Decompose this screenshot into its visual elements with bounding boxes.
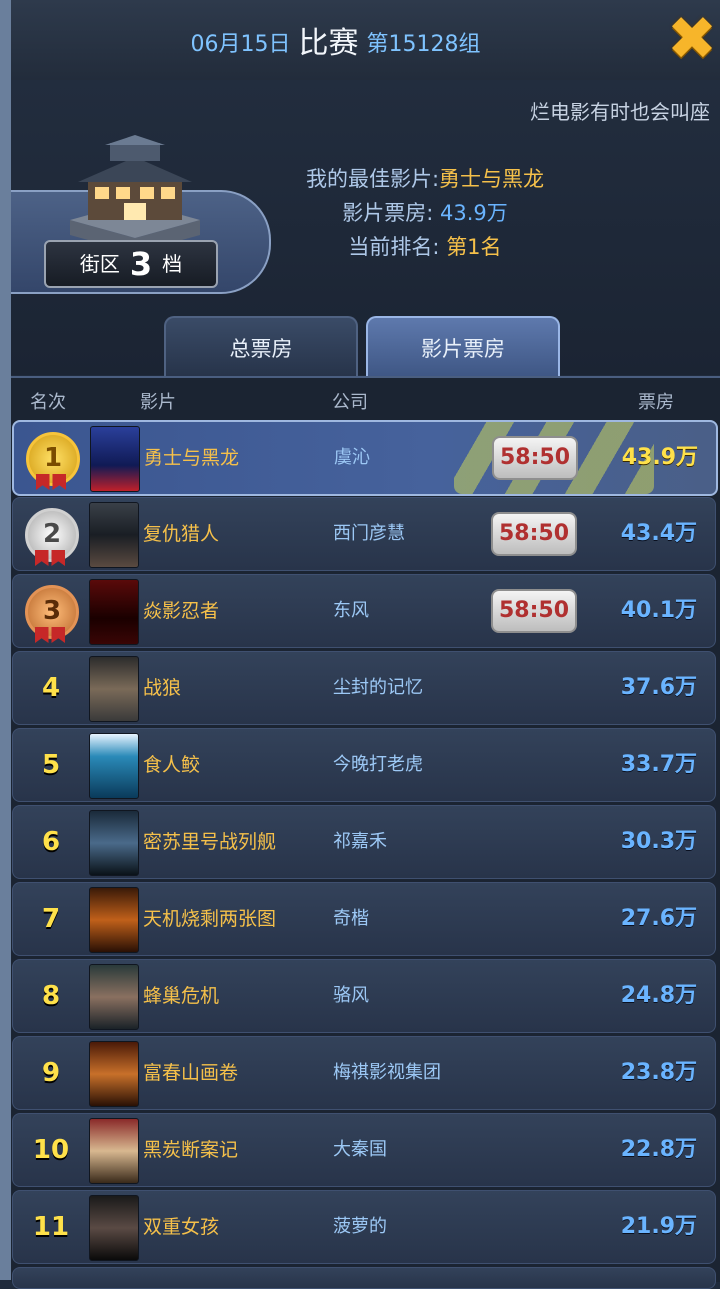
movie-title: 蜂巢危机	[143, 985, 220, 1007]
player-info: 我的最佳影片:勇士与黑龙 影片票房: 43.9万 当前排名: 第1名	[260, 162, 590, 264]
match-date: 06月15日	[190, 32, 291, 57]
box-office-value: 43.9万	[440, 201, 508, 225]
company-name: 今晚打老虎	[333, 754, 423, 775]
district-level: 3	[129, 245, 153, 283]
box-office-amount: 24.8万	[620, 983, 697, 1008]
current-rank-value: 第1名	[446, 235, 502, 259]
scrolling-ticker: 烂电影有时也会叫座	[530, 100, 710, 124]
company-name: 西门彦慧	[333, 523, 405, 544]
table-row[interactable]: 2 复仇猎人 西门彦慧 58:50 43.4万	[12, 497, 716, 571]
movie-poster	[89, 1041, 139, 1107]
movie-poster	[89, 810, 139, 876]
current-rank-label: 当前排名:	[348, 235, 440, 259]
box-office-amount: 23.8万	[620, 1060, 697, 1085]
rank-number: 11	[32, 1212, 70, 1242]
box-office-amount: 22.8万	[620, 1137, 697, 1162]
box-office-amount: 43.9万	[621, 445, 698, 470]
movie-poster	[89, 1195, 139, 1261]
rank-number: 8	[41, 981, 61, 1011]
box-office-amount: 37.6万	[620, 675, 697, 700]
column-box-office: 票房	[638, 392, 674, 413]
ribbon-icon	[36, 474, 66, 490]
movie-poster	[89, 733, 139, 799]
company-name: 梅祺影视集团	[333, 1062, 441, 1083]
table-row[interactable]: 11 双重女孩 菠萝的 21.9万	[12, 1190, 716, 1264]
table-row[interactable]: 3 焱影忍者 东风 58:50 40.1万	[12, 574, 716, 648]
movie-poster	[89, 887, 139, 953]
ribbon-icon	[35, 627, 65, 643]
company-name: 祁嘉禾	[333, 831, 387, 852]
movie-poster	[90, 426, 140, 492]
table-row[interactable]	[12, 1267, 716, 1289]
movie-poster	[89, 502, 139, 568]
company-name: 东风	[333, 600, 369, 621]
company-name: 奇楷	[333, 908, 369, 929]
group-number: 第15128组	[366, 32, 481, 57]
box-office-amount: 40.1万	[620, 598, 697, 623]
rank-number: 4	[41, 673, 61, 703]
column-movie: 影片	[140, 392, 176, 413]
building-icon	[70, 135, 200, 253]
close-icon[interactable]: ✖	[663, 9, 720, 69]
vs-score-badge: 58:50	[492, 436, 578, 480]
company-name: 尘封的记忆	[333, 677, 423, 698]
table-row[interactable]: 4 战狼 尘封的记忆 37.6万	[12, 651, 716, 725]
movie-poster	[89, 579, 139, 645]
vs-score-badge: 58:50	[491, 589, 577, 633]
best-film-label: 我的最佳影片:	[305, 167, 440, 191]
header-bar: 06月15日 比赛 第15128组 ✖	[11, 0, 720, 82]
movie-title: 勇士与黑龙	[144, 447, 240, 469]
movie-poster	[89, 1118, 139, 1184]
movie-title: 战狼	[143, 677, 182, 699]
district-level-badge: 街区 3 档	[44, 240, 218, 288]
movie-title: 复仇猎人	[143, 523, 220, 545]
vs-score-badge: 58:50	[491, 512, 577, 556]
box-office-amount: 21.9万	[620, 1214, 697, 1239]
movie-title: 食人鲛	[143, 754, 201, 776]
movie-title: 天机烧剩两张图	[143, 908, 277, 930]
best-film-value: 勇士与黑龙	[439, 167, 545, 191]
company-name: 骆风	[333, 985, 369, 1006]
box-office-amount: 30.3万	[620, 829, 697, 854]
rank-number: 7	[41, 904, 61, 934]
box-office-label: 影片票房:	[342, 201, 434, 225]
page-title: 06月15日 比赛 第15128组	[11, 18, 660, 62]
company-name: 菠萝的	[333, 1216, 387, 1237]
movie-title: 富春山画卷	[143, 1062, 239, 1084]
rank-number: 5	[41, 750, 61, 780]
left-edge-strip	[0, 0, 11, 1280]
column-company: 公司	[332, 392, 368, 413]
movie-poster	[89, 656, 139, 722]
district-prefix: 街区	[79, 252, 120, 276]
ribbon-icon	[35, 550, 65, 566]
table-row[interactable]: 9 富春山画卷 梅祺影视集团 23.8万	[12, 1036, 716, 1110]
company-name: 虞沁	[334, 447, 370, 468]
table-row[interactable]: 10 黑炭断案记 大秦国 22.8万	[12, 1113, 716, 1187]
table-row[interactable]: 5 食人鲛 今晚打老虎 33.7万	[12, 728, 716, 802]
rank-number: 10	[32, 1135, 70, 1165]
table-row[interactable]: 6 密苏里号战列舰 祁嘉禾 30.3万	[12, 805, 716, 879]
movie-title: 黑炭断案记	[143, 1139, 239, 1161]
rank-number: 6	[41, 827, 61, 857]
movie-title: 密苏里号战列舰	[143, 831, 277, 853]
tab-total-box-office[interactable]: 总票房	[164, 316, 358, 376]
movie-title: 焱影忍者	[143, 600, 220, 622]
table-row[interactable]: 8 蜂巢危机 骆风 24.8万	[12, 959, 716, 1033]
company-name: 大秦国	[333, 1139, 387, 1160]
box-office-amount: 43.4万	[620, 521, 697, 546]
rank-number: 9	[41, 1058, 61, 1088]
box-office-amount: 33.7万	[620, 752, 697, 777]
tab-film-box-office[interactable]: 影片票房	[366, 316, 560, 376]
movie-title: 双重女孩	[143, 1216, 220, 1238]
column-rank: 名次	[30, 392, 66, 413]
table-row[interactable]: 1 勇士与黑龙 虞沁 58:50 43.9万	[12, 420, 718, 496]
match-label: 比赛	[298, 26, 359, 61]
box-office-amount: 27.6万	[620, 906, 697, 931]
movie-poster	[89, 964, 139, 1030]
district-suffix: 档	[162, 252, 183, 276]
table-row[interactable]: 7 天机烧剩两张图 奇楷 27.6万	[12, 882, 716, 956]
